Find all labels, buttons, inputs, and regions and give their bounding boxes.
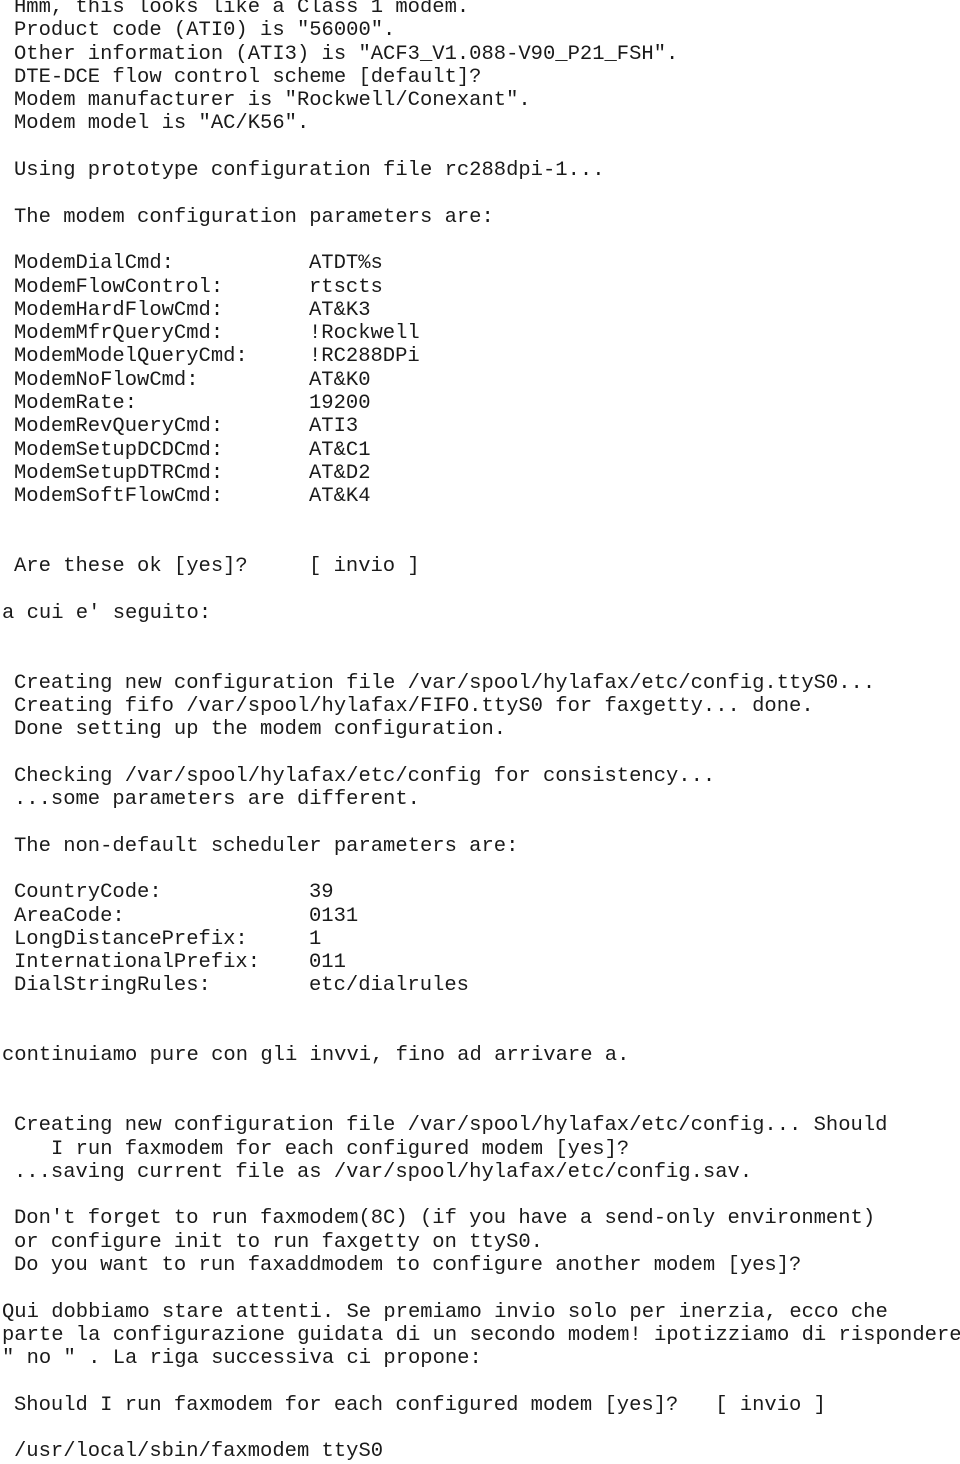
output-line: Creating new configuration file /var/spo… — [14, 1114, 888, 1138]
detection-line: DTE-DCE flow control scheme [default]? — [14, 65, 482, 89]
scheduler-params-list: CountryCode: 39 AreaCode: 0131 LongDistanc… — [0, 881, 960, 997]
output-line: ...saving current file as /var/spool/hyl… — [14, 1160, 753, 1184]
scheduler-row: LongDistancePrefix: 1 — [0, 928, 960, 951]
param-row: ModemRevQueryCmd: ATI3 — [0, 415, 960, 438]
detection-line: Other information (ATI3) is "ACF3_V1.088… — [14, 42, 679, 66]
param-value: AT&K0 — [309, 368, 371, 392]
comment-text: a cui e' seguito: — [2, 601, 212, 625]
output-line: Creating new configuration file /var/spo… — [14, 671, 876, 695]
param-key: ModemSoftFlowCmd: — [14, 485, 224, 509]
param-row: ModemMfrQueryCmd: !Rockwell — [0, 322, 960, 345]
prototype-line: Using prototype configuration file rc288… — [14, 159, 605, 183]
param-key: ModemModelQueryCmd: — [14, 345, 248, 369]
output-line: ...some parameters are different. — [14, 788, 420, 812]
param-key: ModemFlowControl: — [14, 275, 224, 299]
output-line: Do you want to run faxaddmodem to config… — [14, 1254, 802, 1278]
param-value: 1 — [309, 927, 322, 951]
faxmodem-prompt: Should I run faxmodem for each configure… — [0, 1394, 960, 1417]
param-key: ModemNoFlowCmd: — [14, 368, 199, 392]
param-row: ModemDialCmd: ATDT%s — [0, 252, 960, 275]
comment-text: " no " . La riga successiva ci propone: — [2, 1347, 482, 1371]
param-value: 011 — [309, 951, 346, 975]
param-row: ModemRate: 19200 — [0, 392, 960, 415]
param-value: rtscts — [309, 275, 383, 299]
param-value: 39 — [309, 881, 334, 905]
param-key: ModemRate: — [14, 392, 138, 416]
params-heading: The modem configuration parameters are: — [14, 205, 494, 229]
user-input-enter: [ invio ] — [309, 555, 420, 579]
output-line: Creating fifo /var/spool/hylafax/FIFO.tt… — [14, 694, 814, 718]
terminal-transcript: Hmm, this looks like a Class 1 modem. Pr… — [0, 0, 960, 1464]
scheduler-row: InternationalPrefix: 011 — [0, 951, 960, 974]
param-row: ModemSetupDCDCmd: AT&C1 — [0, 439, 960, 462]
comment-text: parte la configurazione guidata di un se… — [2, 1323, 960, 1347]
param-row: ModemFlowControl: rtscts — [0, 276, 960, 299]
param-key: LongDistancePrefix: — [14, 927, 248, 951]
param-value: AT&C1 — [309, 438, 371, 462]
scheduler-heading: The non-default scheduler parameters are… — [14, 834, 519, 858]
confirm-prompt: Are these ok [yes]? [ invio ] — [0, 555, 960, 578]
param-row: ModemModelQueryCmd: !RC288DPi — [0, 345, 960, 368]
faxmodem-question: Should I run faxmodem for each configure… — [14, 1393, 679, 1417]
param-value: AT&D2 — [309, 461, 371, 485]
param-row: ModemSetupDTRCmd: AT&D2 — [0, 462, 960, 485]
param-value: AT&K4 — [309, 485, 371, 509]
param-row: ModemHardFlowCmd: AT&K3 — [0, 299, 960, 322]
detection-line: Hmm, this looks like a Class 1 modem. — [14, 0, 470, 19]
output-line: Don't forget to run faxmodem(8C) (if you… — [14, 1207, 876, 1231]
detection-line: Product code (ATI0) is "56000". — [14, 19, 396, 43]
scheduler-row: AreaCode: 0131 — [0, 905, 960, 928]
user-input-enter: [ invio ] — [715, 1393, 826, 1417]
param-value: !Rockwell — [309, 322, 420, 346]
detection-line: Modem manufacturer is "Rockwell/Conexant… — [14, 89, 531, 113]
last-command: /usr/local/sbin/faxmodem ttyS0 — [14, 1440, 384, 1464]
param-key: ModemDialCmd: — [14, 252, 174, 276]
param-value: !RC288DPi — [309, 345, 420, 369]
comment-text: Qui dobbiamo stare attenti. Se premiamo … — [2, 1300, 888, 1324]
param-value: ATDT%s — [309, 252, 383, 276]
param-key: ModemSetupDTRCmd: — [14, 461, 224, 485]
param-key: AreaCode: — [14, 904, 125, 928]
param-row: ModemSoftFlowCmd: AT&K4 — [0, 485, 960, 508]
param-key: CountryCode: — [14, 881, 162, 905]
param-row: ModemNoFlowCmd: AT&K0 — [0, 369, 960, 392]
param-value: ATI3 — [309, 415, 359, 439]
confirm-question: Are these ok [yes]? — [14, 555, 248, 579]
param-value: 0131 — [309, 904, 359, 928]
output-line: Checking /var/spool/hylafax/etc/config f… — [14, 764, 716, 788]
param-key: InternationalPrefix: — [14, 951, 261, 975]
param-key: DialStringRules: — [14, 974, 211, 998]
param-value: 19200 — [309, 392, 371, 416]
modem-params-list: ModemDialCmd: ATDT%s ModemFlowControl: rts… — [0, 252, 960, 508]
output-line-continuation: I run faxmodem for each configured modem… — [51, 1137, 630, 1161]
comment-text: continuiamo pure con gli invvi, fino ad … — [2, 1044, 630, 1068]
param-key: ModemMfrQueryCmd: — [14, 322, 224, 346]
param-value: etc/dialrules — [309, 974, 469, 998]
scheduler-row: DialStringRules: etc/dialrules — [0, 974, 960, 997]
param-value: AT&K3 — [309, 298, 371, 322]
detection-line: Modem model is "AC/K56". — [14, 112, 310, 136]
scheduler-row: CountryCode: 39 — [0, 881, 960, 904]
output-line: or configure init to run faxgetty on tty… — [14, 1230, 543, 1254]
output-line: Done setting up the modem configuration. — [14, 718, 507, 742]
param-key: ModemHardFlowCmd: — [14, 298, 224, 322]
param-key: ModemSetupDCDCmd: — [14, 438, 224, 462]
param-key: ModemRevQueryCmd: — [14, 415, 224, 439]
